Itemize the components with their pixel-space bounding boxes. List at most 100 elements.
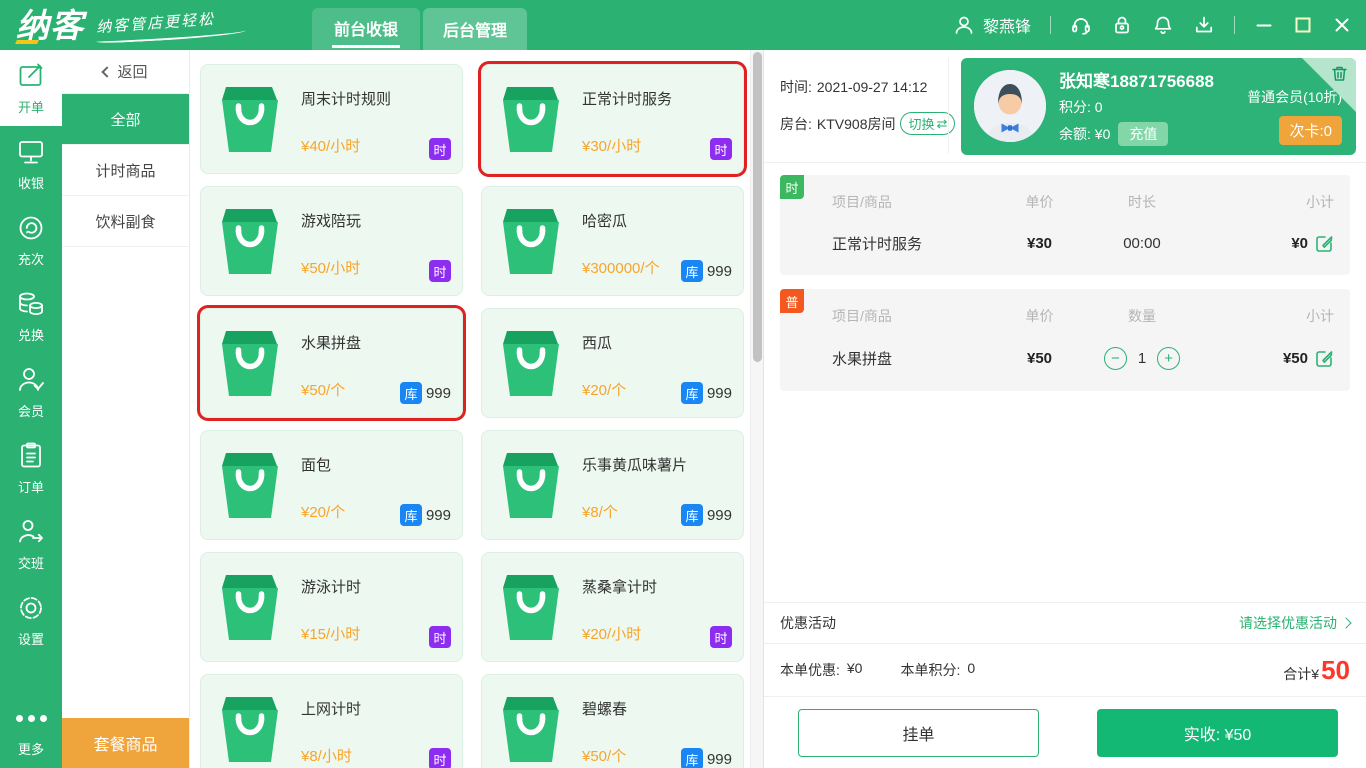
product-card[interactable]: 正常计时服务 ¥30/小时 时 (481, 64, 744, 174)
cashier-icon: ¥ (16, 137, 46, 167)
headset-icon[interactable] (1070, 14, 1092, 36)
product-card[interactable]: 碧螺春 ¥50/个 库 999 (481, 674, 744, 768)
order-total: 合计¥ 50 (1283, 657, 1350, 684)
order-item-mid-cell: − 1 + (1087, 347, 1197, 370)
product-stock-count: 999 (707, 507, 732, 524)
product-card[interactable]: 游戏陪玩 ¥50/小时 时 (200, 186, 463, 296)
orders-icon (16, 441, 46, 471)
pay-button[interactable]: 实收: ¥50 (1097, 709, 1338, 757)
category-drinks-food[interactable]: 饮料副食 (62, 196, 189, 247)
product-stock-count: 999 (707, 263, 732, 280)
user-icon (953, 14, 975, 36)
sidebar-item-exchange[interactable]: 兑换 (0, 278, 62, 354)
maximize-icon[interactable] (1293, 15, 1313, 35)
product-badge-group: 库 999 (681, 504, 732, 526)
product-card[interactable]: 周末计时规则 ¥40/小时 时 (200, 64, 463, 174)
product-type-badge: 时 (429, 260, 451, 282)
divider (1234, 16, 1235, 34)
product-price: ¥300000/个 (582, 257, 660, 278)
sidebar-item-open-order[interactable]: 开单 (0, 50, 62, 126)
order-item-subtotal: ¥0 (1291, 235, 1308, 252)
shopping-bag-icon (217, 324, 283, 398)
product-card[interactable]: 哈密瓜 ¥300000/个 库 999 (481, 186, 744, 296)
totals-row: 本单优惠: ¥0 本单积分: 0 合计¥ 50 (764, 644, 1366, 696)
edit-price-icon[interactable] (1315, 234, 1334, 253)
package-goods-button[interactable]: 套餐商品 (62, 718, 189, 768)
product-name: 水果拼盘 (301, 332, 361, 353)
col-header-mid: 时长 (1087, 192, 1197, 212)
sidebar-item-cashier[interactable]: ¥ 收银 (0, 126, 62, 202)
category-panel: 返回 全部 计时商品 饮料副食 套餐商品 (62, 50, 190, 768)
product-type-badge: 库 (681, 260, 703, 282)
sidebar-item-recharge-times[interactable]: 充次 (0, 202, 62, 278)
sidebar-item-shift[interactable]: 交班 (0, 506, 62, 582)
balance-label: 余额: (1059, 124, 1091, 144)
order-item-subtotal-cell: ¥50 (1197, 349, 1334, 368)
current-user[interactable]: 黎燕锋 (953, 13, 1031, 37)
product-name: 周末计时规则 (301, 88, 391, 109)
product-badge-group: 时 (429, 138, 451, 160)
times-card-button[interactable]: 次卡:0 (1279, 116, 1342, 145)
product-card[interactable]: 面包 ¥20/个 库 999 (200, 430, 463, 540)
tab-back-manage[interactable]: 后台管理 (423, 8, 527, 50)
close-icon[interactable] (1332, 15, 1352, 35)
back-button[interactable]: 返回 (62, 50, 189, 94)
download-icon[interactable] (1193, 14, 1215, 36)
swap-arrows-icon: ⇄ (937, 116, 948, 132)
decrease-quantity-button[interactable]: − (1104, 347, 1127, 370)
order-discount-value: ¥0 (847, 660, 863, 680)
select-promo-link[interactable]: 请选择优惠活动 (1239, 613, 1350, 633)
lock-icon[interactable] (1111, 14, 1133, 36)
product-card[interactable]: 乐事黄瓜味薯片 ¥8/个 库 999 (481, 430, 744, 540)
product-card[interactable]: 水果拼盘 ¥50/个 库 999 (200, 308, 463, 418)
category-all[interactable]: 全部 (62, 94, 189, 145)
shopping-bag-icon (498, 80, 564, 154)
quantity-stepper: − 1 + (1087, 347, 1197, 370)
promo-row: 优惠活动 请选择优惠活动 (764, 602, 1366, 644)
main-tabs: 前台收银 后台管理 (312, 0, 527, 50)
shopping-bag-icon (498, 446, 564, 520)
settings-icon (16, 593, 46, 623)
spacer (764, 391, 1366, 602)
total-prefix: 合计¥ (1283, 664, 1319, 684)
sidebar-item-settings[interactable]: 设置 (0, 582, 62, 658)
order-points-label: 本单积分: (900, 660, 960, 680)
hold-order-button[interactable]: 挂单 (798, 709, 1039, 757)
product-type-badge: 库 (400, 504, 422, 526)
category-timed-goods[interactable]: 计时商品 (62, 145, 189, 196)
tab-front-cashier[interactable]: 前台收银 (312, 8, 420, 50)
scrollbar-thumb[interactable] (753, 52, 762, 362)
product-scrollbar[interactable] (750, 50, 763, 768)
app-logo: 纳客 纳客管店更轻松 (16, 9, 246, 42)
bell-icon[interactable] (1152, 14, 1174, 36)
order-item-tag: 时 (780, 175, 804, 199)
session-info: 时间: 2021-09-27 14:12 房台: KTV908房间 切换 ⇄ (764, 50, 1366, 163)
sidebar-item-member[interactable]: 会员 (0, 354, 62, 430)
shopping-bag-icon (217, 202, 283, 276)
divider (1050, 16, 1051, 34)
trash-icon[interactable] (1331, 65, 1348, 82)
sidebar-item-more[interactable]: 更多 (0, 692, 62, 768)
sidebar-item-orders[interactable]: 订单 (0, 430, 62, 506)
minimize-icon[interactable] (1254, 15, 1274, 35)
product-badge-group: 库 999 (400, 504, 451, 526)
product-card[interactable]: 蒸桑拿计时 ¥20/小时 时 (481, 552, 744, 662)
product-stock-count: 999 (707, 385, 732, 402)
points-value: 0 (1095, 99, 1103, 115)
product-card[interactable]: 上网计时 ¥8/小时 时 (200, 674, 463, 768)
edit-price-icon[interactable] (1315, 349, 1334, 368)
product-name: 上网计时 (301, 698, 361, 719)
member-card: 张知寒18871756688 积分: 0 余额: ¥0 充值 普通会员(10折)… (961, 58, 1356, 155)
order-item-tag: 普 (780, 289, 804, 313)
product-price: ¥50/个 (301, 379, 345, 400)
increase-quantity-button[interactable]: + (1157, 347, 1180, 370)
shopping-bag-icon (217, 80, 283, 154)
order-panel: 时间: 2021-09-27 14:12 房台: KTV908房间 切换 ⇄ (763, 50, 1366, 768)
product-type-badge: 时 (429, 626, 451, 648)
product-card[interactable]: 游泳计时 ¥15/小时 时 (200, 552, 463, 662)
product-card[interactable]: 西瓜 ¥20/个 库 999 (481, 308, 744, 418)
col-header-price: 单价 (992, 306, 1087, 326)
order-discount-label: 本单优惠: (780, 660, 840, 680)
recharge-button[interactable]: 充值 (1118, 122, 1168, 146)
order-item-name: 水果拼盘 (832, 348, 992, 369)
